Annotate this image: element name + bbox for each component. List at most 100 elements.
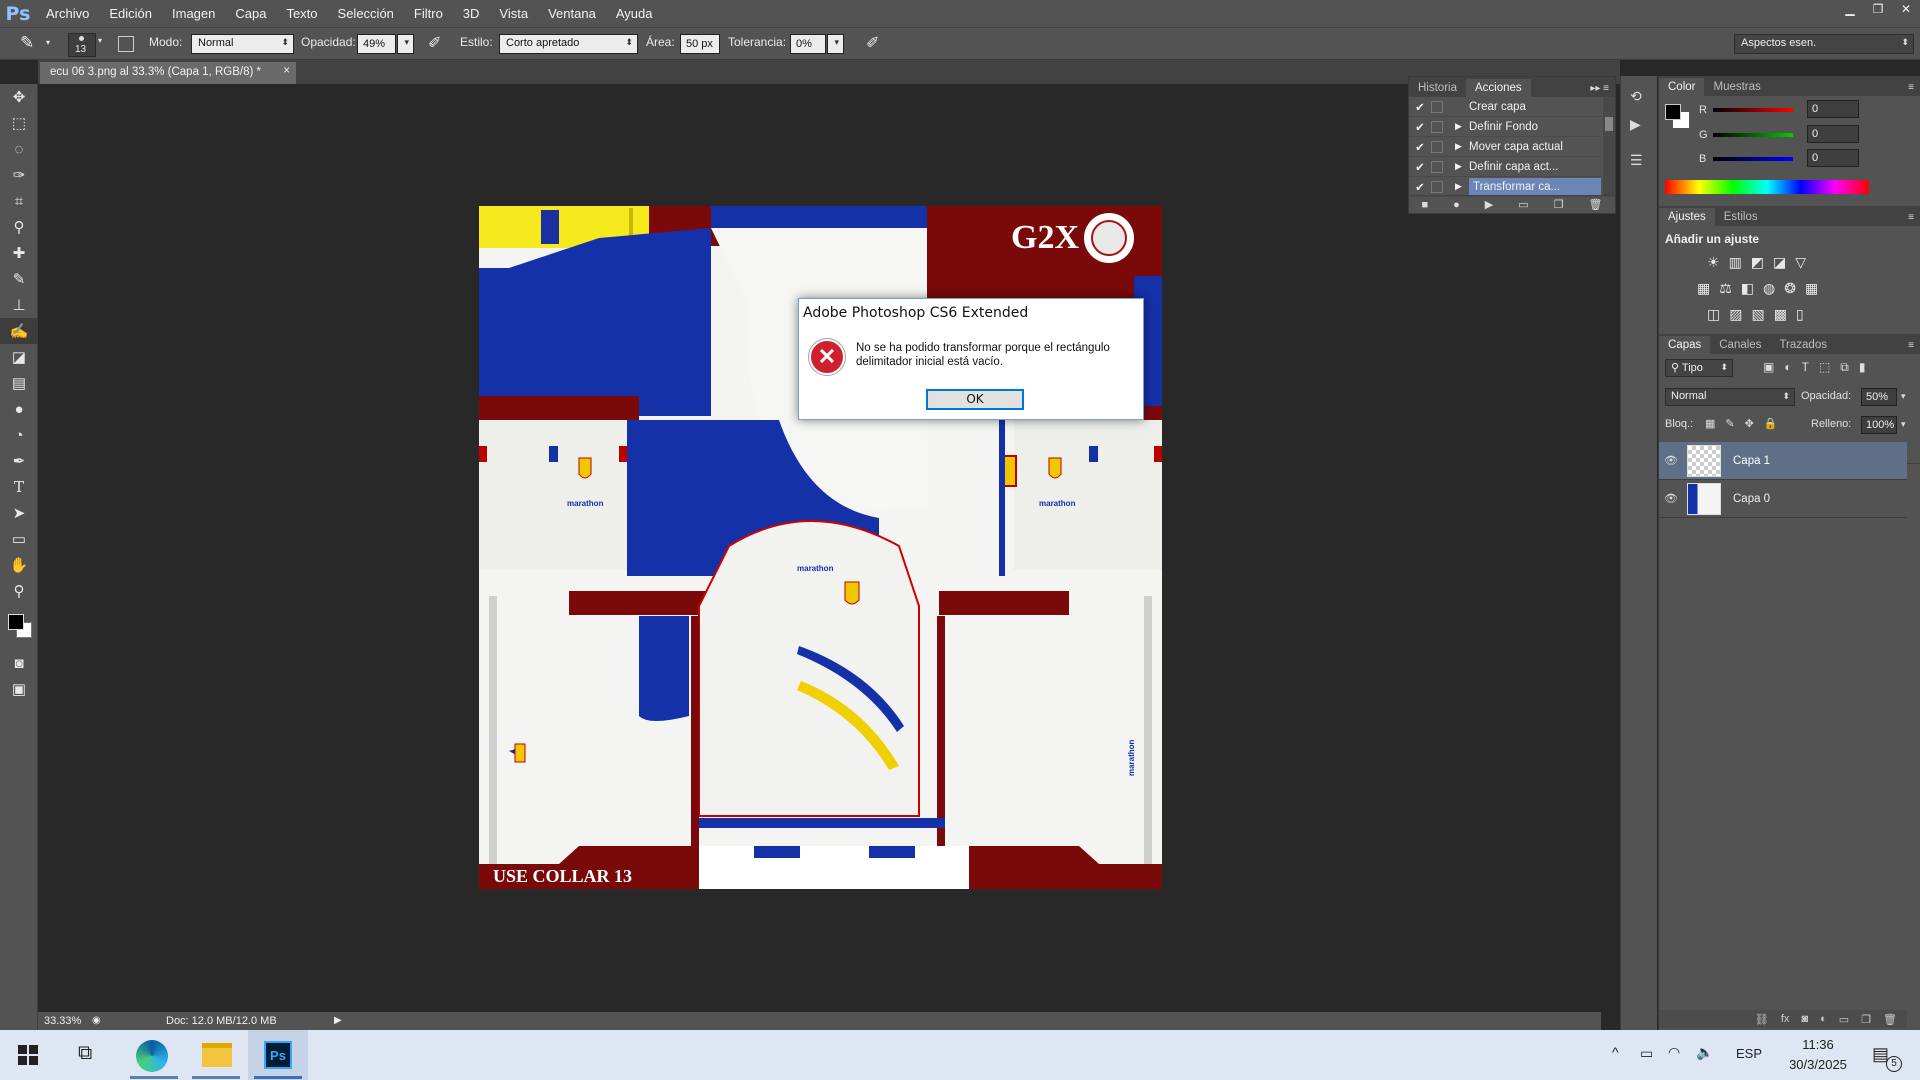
history-panel-icon[interactable]: ⟲ — [1630, 88, 1642, 105]
color-spectrum[interactable] — [1665, 180, 1869, 194]
visibility-eye-icon[interactable]: 👁 — [1659, 454, 1683, 467]
wifi-icon[interactable]: ◠ — [1668, 1044, 1680, 1061]
area-input[interactable]: 50 px — [680, 34, 720, 54]
menu-archivo[interactable]: Archivo — [36, 0, 99, 27]
check-icon[interactable]: ✔ — [1409, 120, 1431, 134]
start-icon[interactable] — [18, 1045, 38, 1065]
lock-pixels-icon[interactable]: ✎ — [1725, 417, 1734, 430]
new-action-icon[interactable]: ❐ — [1554, 198, 1564, 211]
dodge-tool-icon[interactable]: ◔ — [0, 422, 38, 448]
dialog-toggle-box[interactable] — [1431, 140, 1443, 153]
lock-all-icon[interactable]: 🔒 — [1764, 417, 1778, 430]
restore-icon[interactable]: ❐ — [1864, 0, 1892, 18]
new-layer-icon[interactable]: ❐ — [1861, 1013, 1871, 1026]
panel-collapse-icon[interactable]: ▸▸ ≡ — [1584, 80, 1615, 97]
path-selection-tool-icon[interactable]: ➤ — [0, 500, 38, 526]
action-item[interactable]: ✔ ▶ Definir Fondo — [1409, 117, 1601, 137]
clock[interactable]: 11:36 30/3/2025 — [1774, 1035, 1862, 1075]
check-icon[interactable]: ✔ — [1409, 160, 1431, 174]
play-icon[interactable]: ▶ — [1485, 198, 1493, 211]
filter-type-icon[interactable]: T — [1802, 360, 1809, 375]
stop-icon[interactable]: ■ — [1421, 199, 1428, 211]
tab-historia[interactable]: Historia — [1409, 79, 1466, 97]
eyedropper-tool-icon[interactable]: ⚲ — [0, 214, 38, 240]
layer-row-capa-1[interactable]: 👁 Capa 1 — [1659, 442, 1907, 480]
tab-trazados[interactable]: Trazados — [1770, 336, 1836, 354]
delete-action-icon[interactable]: 🗑 — [1588, 198, 1602, 211]
layer-name[interactable]: Capa 0 — [1733, 493, 1770, 505]
workspace-select[interactable]: Aspectos esen. ⬍ — [1734, 34, 1914, 54]
foreground-color-swatch[interactable] — [8, 614, 24, 630]
new-adjustment-icon[interactable]: ◐ — [1820, 1013, 1827, 1025]
brush-panel-icon[interactable] — [118, 36, 134, 52]
type-tool-icon[interactable]: T — [0, 474, 38, 500]
document-tab[interactable]: ecu 06 3.png al 33.3% (Capa 1, RGB/8) * … — [40, 62, 296, 84]
blue-slider[interactable] — [1713, 157, 1793, 161]
brush-tool-icon[interactable]: ✎ — [0, 266, 38, 292]
hand-tool-icon[interactable]: ✋ — [0, 552, 38, 578]
properties-panel-icon[interactable]: ☰ — [1630, 152, 1643, 169]
battery-icon[interactable]: ▭ — [1640, 1045, 1653, 1062]
color-lookup-icon[interactable]: ▦ — [1805, 280, 1818, 297]
quick-mask-icon[interactable]: ◙ — [0, 650, 38, 676]
expand-triangle-icon[interactable]: ▶ — [1455, 181, 1469, 192]
crop-tool-icon[interactable]: ⌗ — [0, 188, 38, 214]
filter-pixel-icon[interactable]: ▣ — [1763, 360, 1774, 375]
menu-3d[interactable]: 3D — [453, 0, 490, 27]
delete-layer-icon[interactable]: 🗑 — [1883, 1013, 1897, 1026]
blend-mode-select[interactable]: Normal ⬍ — [1665, 388, 1795, 406]
dialog-toggle-box[interactable] — [1431, 180, 1443, 193]
share-icon[interactable]: ◉ — [92, 1015, 101, 1026]
tab-ajustes[interactable]: Ajustes — [1659, 208, 1715, 226]
new-group-icon[interactable]: ▭ — [1839, 1013, 1849, 1026]
volume-icon[interactable]: 🔈 — [1696, 1044, 1713, 1061]
rectangle-tool-icon[interactable]: ▭ — [0, 526, 38, 552]
foreground-color-chip[interactable] — [1665, 104, 1681, 120]
panel-menu-icon[interactable]: ≡ — [1902, 209, 1920, 226]
chevron-down-icon[interactable]: ▾ — [98, 36, 102, 45]
filter-toggle-icon[interactable]: ▮ — [1859, 360, 1866, 375]
lock-position-icon[interactable]: ✥ — [1745, 417, 1754, 430]
curves-icon[interactable]: ◩ — [1751, 254, 1764, 271]
healing-brush-tool-icon[interactable]: ✚ — [0, 240, 38, 266]
menu-ayuda[interactable]: Ayuda — [606, 0, 663, 27]
red-slider[interactable] — [1713, 108, 1793, 112]
invert-icon[interactable]: ◫ — [1707, 306, 1720, 323]
panel-menu-icon[interactable]: ≡ — [1902, 337, 1920, 354]
actions-panel-icon[interactable]: ▶ — [1630, 116, 1641, 133]
filter-smart-object-icon[interactable]: ⧉ — [1840, 360, 1849, 375]
clone-stamp-tool-icon[interactable]: ⊥ — [0, 292, 38, 318]
panel-menu-icon[interactable]: ≡ — [1902, 79, 1920, 96]
tolerance-dropdown[interactable]: ▾ — [827, 34, 844, 54]
language-indicator[interactable]: ESP — [1736, 1046, 1762, 1061]
pressure-opacity-icon[interactable]: ✐ — [428, 33, 441, 53]
color-swatches[interactable] — [0, 604, 37, 650]
menu-capa[interactable]: Capa — [225, 0, 276, 27]
screen-mode-icon[interactable]: ▣ — [0, 676, 38, 702]
action-item[interactable]: ✔ ▶ Definir capa act... — [1409, 157, 1601, 177]
gradient-tool-icon[interactable]: ▤ — [0, 370, 38, 396]
layer-style-icon[interactable]: fx — [1781, 1013, 1790, 1025]
menu-vista[interactable]: Vista — [489, 0, 538, 27]
filter-adjustment-icon[interactable]: ◐ — [1784, 360, 1791, 375]
fill-input[interactable]: 100% — [1861, 416, 1897, 434]
chevron-down-icon[interactable]: ▾ — [1901, 391, 1906, 402]
vibrance-icon[interactable]: ▽ — [1795, 254, 1806, 271]
lock-transparency-icon[interactable]: ▦ — [1705, 417, 1715, 430]
chevron-down-icon[interactable]: ▾ — [1901, 419, 1906, 430]
red-input[interactable]: 0 — [1807, 100, 1859, 118]
layer-opacity-input[interactable]: 50% — [1861, 388, 1897, 406]
green-slider[interactable] — [1713, 133, 1793, 137]
brightness-icon[interactable]: ☀ — [1707, 254, 1720, 271]
blue-input[interactable]: 0 — [1807, 149, 1859, 167]
selective-color-icon[interactable]: ▯ — [1796, 306, 1804, 323]
opacity-dropdown[interactable]: ▾ — [397, 34, 414, 54]
mode-select[interactable]: Normal ⬍ — [191, 34, 294, 54]
link-layers-icon[interactable]: ⛓ — [1755, 1013, 1769, 1026]
new-set-icon[interactable]: ▭ — [1518, 198, 1528, 211]
file-explorer-icon[interactable] — [202, 1043, 232, 1067]
expand-triangle-icon[interactable]: ▶ — [1455, 121, 1469, 132]
threshold-icon[interactable]: ▧ — [1751, 306, 1764, 323]
filter-shape-icon[interactable]: ⬚ — [1819, 360, 1830, 375]
record-icon[interactable]: ● — [1453, 199, 1460, 211]
